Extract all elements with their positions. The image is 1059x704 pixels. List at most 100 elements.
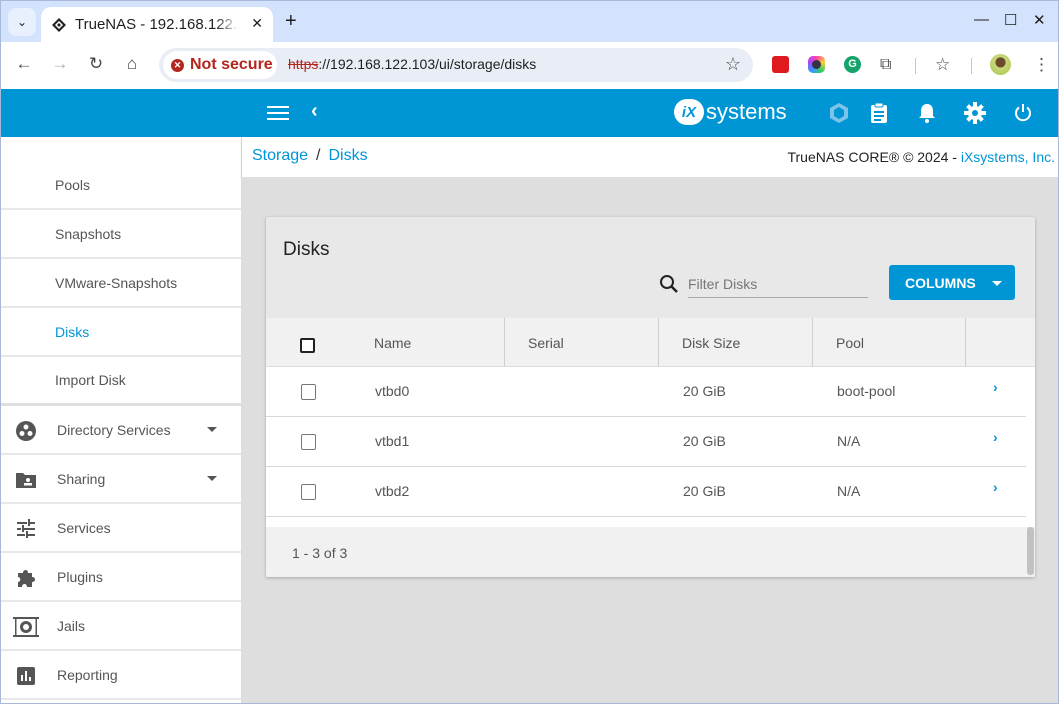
- expand-row-chevron-icon[interactable]: ›: [993, 429, 998, 445]
- pagination-range: 1 - 3 of 3: [292, 545, 348, 561]
- back-arrow-icon[interactable]: ←: [13, 54, 35, 74]
- home-icon[interactable]: ⌂: [121, 54, 143, 74]
- sidebar: Storage Pools Snapshots VMware-Snapshots…: [1, 137, 242, 703]
- url-text[interactable]: https://192.168.122.103/ui/storage/disks: [288, 56, 536, 72]
- sidebar-item-label: Pools: [55, 176, 91, 193]
- collapse-sidebar-chevron-icon[interactable]: ‹: [311, 100, 318, 123]
- url-path: ://192.168.122.103/ui/storage/disks: [318, 56, 537, 72]
- sidebar-item-label: Jails: [57, 617, 86, 634]
- bookmarks-icon[interactable]: ☆: [935, 56, 952, 73]
- address-bar[interactable]: ✕ Not secure https://192.168.122.103/ui/…: [159, 48, 753, 82]
- security-chip[interactable]: ✕ Not secure: [163, 51, 277, 79]
- cell-disk-size: 20 GiB: [683, 483, 726, 499]
- power-icon[interactable]: [1011, 101, 1035, 125]
- ix-logo-text: systems: [706, 99, 787, 124]
- cell-disk-size: 20 GiB: [683, 383, 726, 399]
- sidebar-item-label: Reporting: [57, 666, 118, 683]
- toolbar-divider: [971, 58, 972, 74]
- sidebar-item-label: VMware-Snapshots: [55, 274, 178, 291]
- columns-button-label: COLUMNS: [905, 274, 976, 291]
- sidebar-item-reporting[interactable]: Reporting: [1, 651, 241, 700]
- truecommand-icon[interactable]: [827, 101, 851, 125]
- table-row[interactable]: vtbd1 20 GiB N/A ›: [266, 417, 1026, 467]
- column-header-disk-size[interactable]: Disk Size: [659, 318, 813, 367]
- expand-row-chevron-icon[interactable]: ›: [993, 479, 998, 495]
- forward-arrow-icon[interactable]: →: [49, 54, 71, 74]
- table-scrollbar[interactable]: [1027, 527, 1034, 575]
- browser-menu-icon[interactable]: ⋮: [1033, 56, 1050, 73]
- ix-logo-mark: iX: [674, 99, 704, 125]
- sidebar-item-label: Directory Services: [57, 421, 171, 438]
- breadcrumb-bar: Storage / Disks TrueNAS CORE® © 2024 - iXs…: [242, 137, 1058, 177]
- ixsystems-link[interactable]: iXsystems, Inc.: [961, 149, 1055, 165]
- cell-name: vtbd2: [375, 483, 410, 499]
- column-header-label: Disk Size: [682, 334, 741, 351]
- main-content: Disks COLUMNS Name Serial Disk Size Pool…: [242, 177, 1058, 703]
- sidebar-item-label: Plugins: [57, 568, 103, 585]
- breadcrumb-storage[interactable]: Storage: [252, 147, 308, 164]
- directory-services-icon: [16, 421, 36, 441]
- maximize-icon[interactable]: ☐: [1004, 11, 1017, 29]
- notifications-bell-icon[interactable]: [915, 101, 939, 125]
- filter-disks-input[interactable]: [688, 271, 868, 298]
- chart-icon: [17, 667, 35, 685]
- sidebar-item-snapshots[interactable]: Snapshots: [1, 210, 241, 259]
- copyright-text: TrueNAS CORE® © 2024 - iXsystems, Inc.: [787, 149, 1055, 165]
- sidebar-item-plugins[interactable]: Plugins: [1, 553, 241, 602]
- profile-avatar[interactable]: [990, 54, 1011, 75]
- sidebar-item-directory-services[interactable]: Directory Services: [1, 406, 241, 455]
- window-close-icon[interactable]: ✕: [1033, 11, 1046, 29]
- column-header-pool[interactable]: Pool: [813, 318, 966, 367]
- column-header-name[interactable]: Name: [266, 318, 505, 367]
- minimize-icon[interactable]: —: [974, 11, 989, 28]
- menu-hamburger-icon[interactable]: [267, 103, 289, 123]
- table-header: Name Serial Disk Size Pool: [266, 318, 1035, 367]
- extensions-puzzle-icon[interactable]: ⧉: [880, 56, 897, 73]
- tab-search-button[interactable]: ⌄: [8, 8, 36, 36]
- ixsystems-logo[interactable]: iX systems: [674, 99, 787, 125]
- camera-extension-icon[interactable]: [808, 56, 825, 73]
- row-checkbox[interactable]: [301, 484, 316, 500]
- cell-pool: N/A: [837, 433, 861, 449]
- tune-icon: [17, 519, 35, 538]
- new-tab-button[interactable]: +: [285, 10, 297, 33]
- toolbar-divider: [915, 58, 916, 74]
- app-header: ‹ iX systems: [1, 89, 1058, 137]
- page-title: Disks: [283, 239, 330, 260]
- caret-down-icon: [992, 281, 1002, 286]
- truenas-favicon-icon: [51, 17, 67, 33]
- reload-icon[interactable]: ↻: [85, 54, 107, 74]
- sidebar-item-vmware-snapshots[interactable]: VMware-Snapshots: [1, 259, 241, 308]
- settings-gear-icon[interactable]: [963, 101, 987, 125]
- flipboard-extension-icon[interactable]: [772, 56, 789, 73]
- sidebar-item-disks[interactable]: Disks: [1, 308, 241, 357]
- breadcrumb-disks[interactable]: Disks: [329, 147, 368, 164]
- cell-pool: N/A: [837, 483, 861, 499]
- browser-tab[interactable]: TrueNAS - 192.168.122.103 ✕: [41, 7, 273, 42]
- grammarly-extension-icon[interactable]: G: [844, 56, 861, 73]
- tab-close-icon[interactable]: ✕: [251, 15, 263, 32]
- sidebar-item-jails[interactable]: Jails: [1, 602, 241, 651]
- columns-button[interactable]: COLUMNS: [889, 265, 1015, 300]
- bookmark-star-icon[interactable]: ☆: [725, 54, 741, 75]
- column-header-label: Name: [374, 334, 412, 351]
- sidebar-item-services[interactable]: Services: [1, 504, 241, 553]
- expand-row-chevron-icon[interactable]: ›: [993, 379, 998, 395]
- jail-icon: [13, 617, 39, 637]
- sidebar-item-label: Snapshots: [55, 225, 122, 242]
- table-row[interactable]: vtbd2 20 GiB N/A ›: [266, 467, 1026, 517]
- sidebar-item-label: Sharing: [57, 470, 106, 487]
- browser-toolbar: ← → ↻ ⌂ ✕ Not secure https://192.168.122…: [1, 42, 1058, 89]
- sidebar-item-pools[interactable]: Pools: [1, 137, 241, 210]
- table-row[interactable]: vtbd0 20 GiB boot-pool ›: [266, 367, 1026, 417]
- copyright-label: TrueNAS CORE® © 2024 -: [787, 149, 961, 165]
- row-checkbox[interactable]: [301, 384, 316, 400]
- disks-card: Disks COLUMNS Name Serial Disk Size Pool…: [266, 217, 1035, 577]
- table-footer: 1 - 3 of 3: [266, 527, 1035, 577]
- column-header-serial[interactable]: Serial: [505, 318, 659, 367]
- sidebar-item-import-disk[interactable]: Import Disk: [1, 357, 241, 406]
- task-manager-clipboard-icon[interactable]: [867, 101, 891, 125]
- cell-pool: boot-pool: [837, 383, 896, 399]
- sidebar-item-sharing[interactable]: Sharing: [1, 455, 241, 504]
- row-checkbox[interactable]: [301, 434, 316, 450]
